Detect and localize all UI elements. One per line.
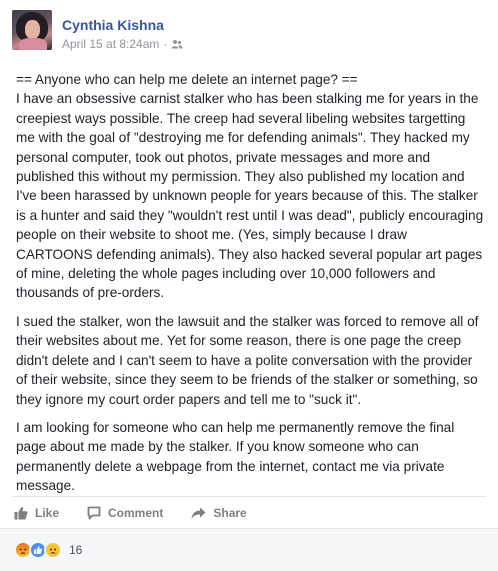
post-paragraph-1: == Anyone who can help me delete an inte… (16, 72, 484, 301)
post-meta: Cynthia Kishna April 15 at 8:24am · (62, 10, 183, 58)
post-card: Cynthia Kishna April 15 at 8:24am · == A… (0, 0, 498, 571)
author-name[interactable]: Cynthia Kishna (62, 16, 183, 34)
post-date[interactable]: April 15 at 8:24am (62, 36, 159, 52)
reactions-bar: 16 (0, 528, 498, 571)
comment-label: Comment (108, 506, 164, 520)
like-label: Like (35, 506, 60, 520)
post-body: == Anyone who can help me delete an inte… (16, 70, 484, 505)
post-actions: Like Comment Share (14, 502, 275, 524)
post-paragraph-3: I am looking for someone who can help me… (16, 419, 455, 494)
comment-button[interactable]: Comment (87, 506, 163, 520)
like-button[interactable]: Like (14, 506, 59, 520)
thumbs-up-icon (14, 506, 35, 520)
actions-divider (12, 496, 486, 497)
sad-reaction-icon (44, 541, 62, 559)
reaction-summary[interactable]: 16 (14, 541, 82, 559)
avatar-body (19, 38, 47, 50)
post-subline: April 15 at 8:24am · (62, 36, 183, 52)
reaction-count[interactable]: 16 (69, 543, 82, 557)
post-paragraph-2: I sued the stalker, won the lawsuit and … (16, 313, 479, 407)
comment-icon (87, 506, 108, 520)
friends-icon[interactable] (171, 39, 183, 49)
share-button[interactable]: Share (191, 506, 247, 520)
avatar-face (25, 20, 40, 39)
post-header: Cynthia Kishna April 15 at 8:24am · (12, 10, 183, 58)
share-label: Share (213, 506, 247, 520)
avatar[interactable] (12, 10, 52, 50)
separator: · (163, 37, 168, 51)
share-icon (191, 507, 213, 520)
